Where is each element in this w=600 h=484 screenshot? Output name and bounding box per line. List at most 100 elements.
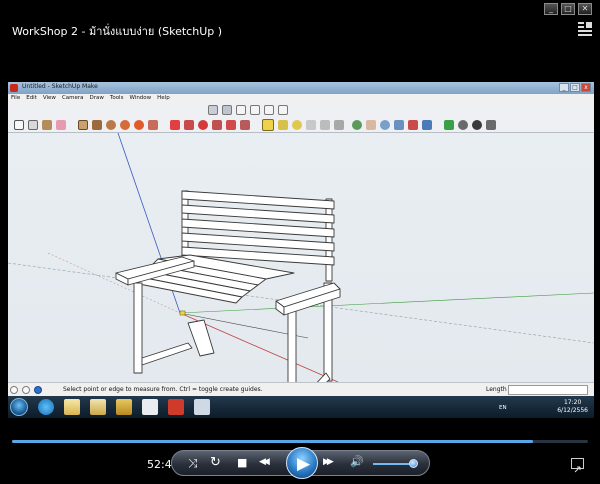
orbit-icon[interactable]	[352, 120, 362, 130]
position-camera-icon[interactable]	[444, 120, 454, 130]
status-message: Select point or edge to measure from. Ct…	[63, 386, 263, 393]
seek-bar[interactable]	[12, 440, 588, 443]
clock-time: 17:20	[563, 399, 582, 406]
stop-icon[interactable]: ■	[237, 456, 247, 469]
back-leg-right	[325, 198, 333, 282]
sketchup-window-controls: _ □ x	[559, 83, 591, 92]
menu-help[interactable]: Help	[157, 94, 170, 103]
volume-knob[interactable]	[408, 459, 418, 468]
shuffle-icon[interactable]: ⤨	[188, 456, 198, 471]
axes-icon[interactable]	[320, 120, 330, 130]
repeat-icon[interactable]: ↻	[210, 455, 221, 470]
front-leg-left	[133, 282, 143, 374]
help-icon[interactable]	[34, 386, 42, 394]
play-icon: ▶	[297, 454, 311, 474]
credits-icon[interactable]	[22, 386, 30, 394]
taskbar-clock[interactable]: 17:20 6/12/2556	[557, 399, 588, 415]
push-pull-icon[interactable]	[184, 120, 194, 130]
play-button[interactable]: ▶	[286, 447, 318, 479]
front-view-icon[interactable]	[236, 105, 246, 115]
start-button[interactable]	[10, 398, 28, 416]
menu-file[interactable]: File	[11, 94, 20, 103]
walk-icon[interactable]	[472, 120, 482, 130]
paint-bucket-icon[interactable]	[42, 120, 52, 130]
window-controls: _ □ ✕	[544, 3, 592, 15]
video-frame: Untitled - SketchUp Make _ □ x File Edit…	[8, 82, 594, 418]
maximize-button[interactable]: □	[561, 3, 575, 15]
select-icon[interactable]	[14, 120, 24, 130]
folder-icon[interactable]	[64, 399, 80, 415]
previous-view-icon[interactable]	[422, 120, 432, 130]
left-view-icon[interactable]	[278, 105, 288, 115]
scale-icon[interactable]	[226, 120, 236, 130]
text-icon[interactable]	[306, 120, 316, 130]
menu-draw[interactable]: Draw	[90, 94, 104, 103]
rotate-icon[interactable]	[198, 120, 208, 130]
look-around-icon[interactable]	[458, 120, 468, 130]
dimension-icon[interactable]	[278, 120, 288, 130]
arc-icon[interactable]	[120, 120, 130, 130]
media-player-icon[interactable]	[116, 399, 132, 415]
player-title: WorkShop 2 - ม้านั่งแบบง่าย (SketchUp )	[12, 25, 223, 38]
menu-edit[interactable]: Edit	[26, 94, 37, 103]
make-component-icon[interactable]	[28, 120, 38, 130]
rectangle-icon[interactable]	[78, 120, 88, 130]
switch-to-library-icon[interactable]	[578, 22, 592, 36]
fullscreen-icon[interactable]	[571, 458, 584, 473]
menu-view[interactable]: View	[43, 94, 56, 103]
bench-model	[8, 133, 594, 382]
sketchup-taskbar-icon[interactable]	[168, 399, 184, 415]
sketchup-maximize-button[interactable]: □	[570, 83, 580, 92]
player-controls: 52:46 ⤨ ↻ ■ ◀◀ ▶ ▶▶ 🔊	[0, 418, 600, 484]
views-toolbar	[8, 103, 594, 117]
sketchup-menubar: File Edit View Camera Draw Tools Window …	[8, 94, 594, 103]
offset-icon[interactable]	[240, 120, 250, 130]
sketchup-viewport[interactable]	[8, 133, 594, 382]
measurements-label: Length	[486, 386, 507, 393]
section-plane-icon[interactable]	[486, 120, 496, 130]
right-view-icon[interactable]	[250, 105, 260, 115]
previous-icon[interactable]: ◀◀	[259, 457, 270, 467]
sketchup-titlebar: Untitled - SketchUp Make _ □ x	[8, 82, 594, 94]
top-view-icon[interactable]	[222, 105, 232, 115]
geo-location-icon[interactable]	[10, 386, 18, 394]
player-titlebar: WorkShop 2 - ม้านั่งแบบง่าย (SketchUp ) …	[0, 0, 600, 82]
stretcher-right	[316, 372, 331, 382]
notepad-icon[interactable]	[194, 399, 210, 415]
menu-window[interactable]: Window	[129, 94, 151, 103]
close-button[interactable]: ✕	[578, 3, 592, 15]
back-view-icon[interactable]	[264, 105, 274, 115]
protractor-icon[interactable]	[292, 120, 302, 130]
zoom-icon[interactable]	[380, 120, 390, 130]
tape-measure-icon[interactable]	[262, 119, 274, 131]
mute-icon[interactable]: 🔊	[350, 455, 364, 468]
transport-controls: ⤨ ↻ ■ ◀◀ ▶ ▶▶ 🔊	[171, 447, 430, 479]
iso-view-icon[interactable]	[208, 105, 218, 115]
explorer-icon[interactable]	[90, 399, 106, 415]
follow-me-icon[interactable]	[212, 120, 222, 130]
menu-camera[interactable]: Camera	[62, 94, 84, 103]
measurements-input[interactable]	[508, 385, 588, 395]
sketchup-close-button[interactable]: x	[581, 83, 591, 92]
minimize-button[interactable]: _	[544, 3, 558, 15]
3d-text-icon[interactable]	[334, 120, 344, 130]
front-leg-right	[287, 308, 297, 382]
zoom-window-icon[interactable]	[394, 120, 404, 130]
sketchup-minimize-button[interactable]: _	[559, 83, 569, 92]
fullscreen-arrow-icon	[574, 466, 581, 473]
eraser-icon[interactable]	[56, 120, 66, 130]
menu-tools[interactable]: Tools	[110, 94, 124, 103]
language-indicator[interactable]: EN	[499, 405, 507, 411]
circle-icon[interactable]	[106, 120, 116, 130]
move-icon[interactable]	[170, 120, 180, 130]
internet-explorer-icon[interactable]	[38, 399, 54, 415]
document-icon[interactable]	[142, 399, 158, 415]
pan-icon[interactable]	[366, 120, 376, 130]
zoom-extents-icon[interactable]	[408, 120, 418, 130]
tape-measure-cursor-icon	[179, 310, 186, 316]
next-icon[interactable]: ▶▶	[323, 457, 334, 467]
volume-slider[interactable]	[373, 459, 418, 468]
polygon-icon[interactable]	[134, 120, 144, 130]
line-icon[interactable]	[92, 120, 102, 130]
freehand-icon[interactable]	[148, 120, 158, 130]
